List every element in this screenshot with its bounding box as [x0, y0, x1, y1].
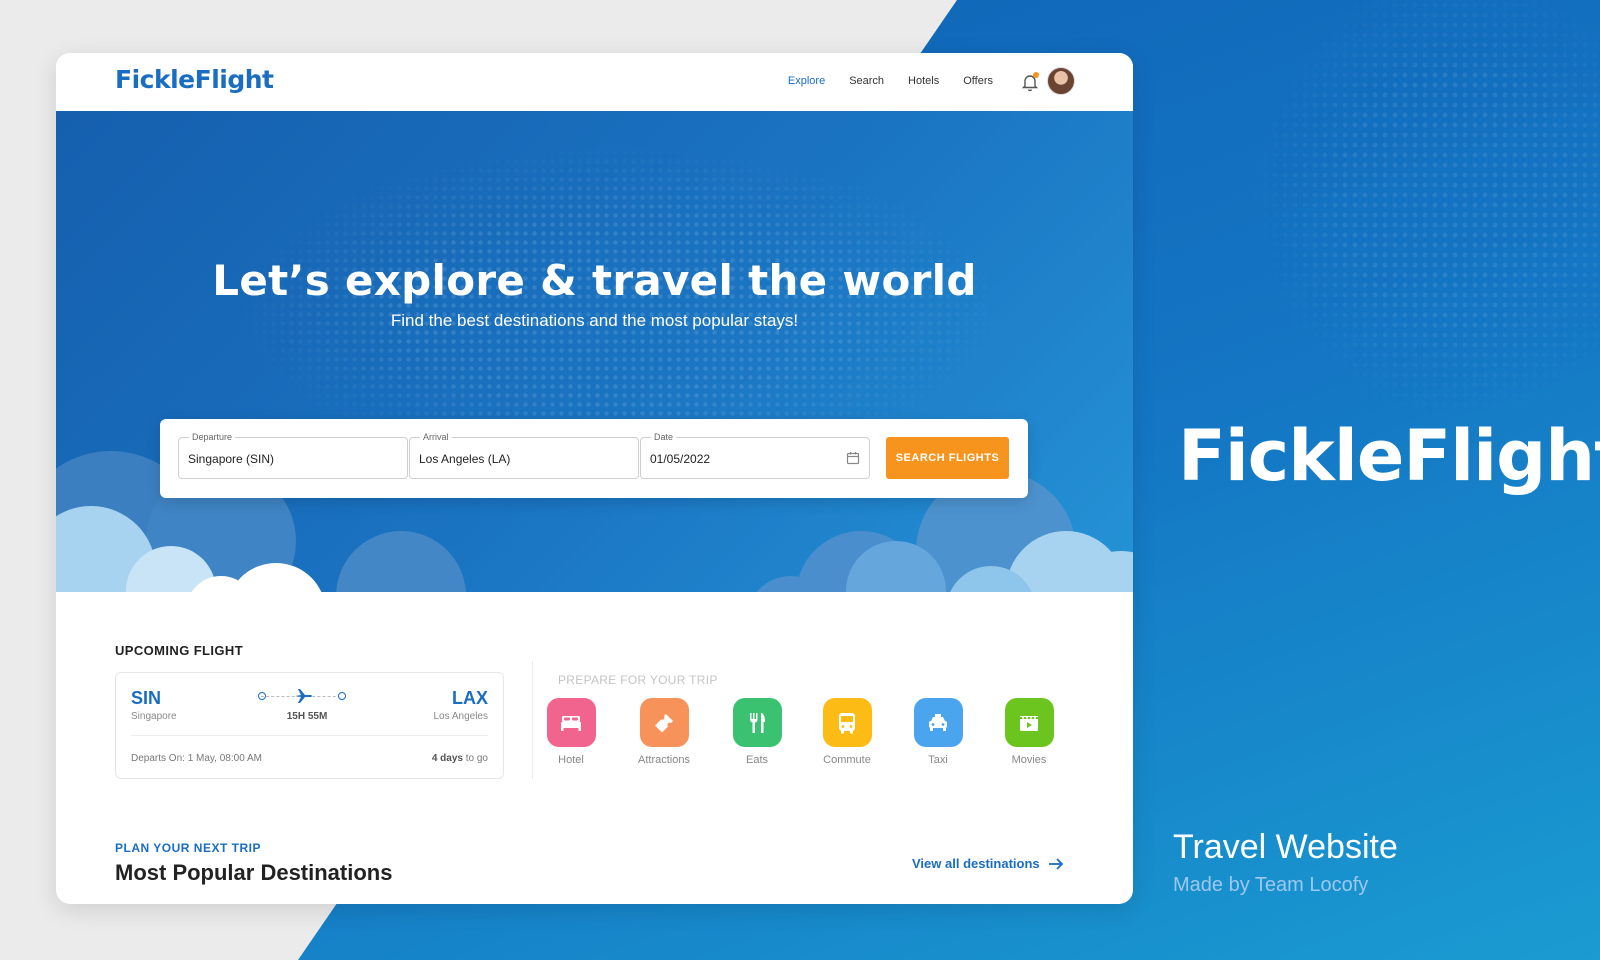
- date-label: Date: [651, 432, 677, 442]
- departure-label: Departure: [189, 432, 236, 442]
- side-logo: FickleFlight: [1178, 415, 1600, 497]
- countdown-days: 4 days: [431, 753, 463, 764]
- prepare-label: Eats: [745, 754, 768, 766]
- prepare-label: Taxi: [928, 754, 948, 766]
- notification-dot: [1033, 72, 1039, 78]
- movie-icon: [1004, 698, 1054, 747]
- arrow-right-icon: [1048, 857, 1063, 870]
- taxi-icon: [913, 698, 963, 747]
- prepare-label: Movies: [1011, 754, 1047, 766]
- calendar-icon[interactable]: [846, 451, 860, 465]
- destination-city: Los Angeles: [433, 711, 489, 722]
- prepare-title: PREPARE FOR YOUR TRIP: [558, 673, 718, 687]
- departure-field[interactable]: Departure Singapore (SIN): [178, 432, 408, 479]
- destination-code: LAX: [452, 688, 488, 708]
- navbar: FickleFlight Explore Search Hotels Offer…: [56, 53, 1133, 111]
- departure-value: Singapore (SIN): [188, 452, 275, 466]
- prepare-item-taxi[interactable]: Taxi: [898, 698, 978, 766]
- prepare-label: Hotel: [558, 754, 584, 766]
- utensils-icon: [732, 698, 782, 747]
- flight-search-form: Departure Singapore (SIN) Arrival Los An…: [160, 419, 1028, 498]
- search-flights-button[interactable]: SEARCH FLIGHTS: [886, 437, 1009, 479]
- avatar[interactable]: [1047, 67, 1075, 95]
- plane-icon: [294, 687, 314, 705]
- prepare-item-commute[interactable]: Commute: [807, 698, 887, 766]
- plan-title: Most Popular Destinations: [115, 860, 393, 885]
- bell-icon[interactable]: [1019, 71, 1041, 93]
- prepare-item-attractions[interactable]: Attractions: [624, 698, 704, 766]
- date-field[interactable]: Date 01/05/2022: [640, 432, 870, 479]
- hero: Let’s explore & travel the world Find th…: [56, 111, 1133, 592]
- date-value: 01/05/2022: [650, 452, 711, 466]
- arrival-label: Arrival: [420, 432, 452, 442]
- hero-subtitle: Find the best destinations and the most …: [390, 311, 799, 330]
- ticket-icon: [639, 698, 689, 747]
- app-window: FickleFlight Explore Search Hotels Offer…: [56, 53, 1133, 904]
- hero-title: Let’s explore & travel the world: [212, 256, 977, 305]
- flight-duration: 15H 55M: [286, 711, 328, 722]
- nav-explore[interactable]: Explore: [788, 75, 825, 87]
- plan-eyebrow: PLAN YOUR NEXT TRIP: [115, 841, 261, 855]
- prepare-item-hotel[interactable]: Hotel: [531, 698, 611, 766]
- nav-search[interactable]: Search: [849, 75, 884, 87]
- route-end-dot: [338, 692, 346, 700]
- prepare-label: Attractions: [638, 754, 690, 766]
- departure-time: Departs On: 1 May, 08:00 AM: [131, 753, 262, 764]
- upcoming-flight-card[interactable]: SIN Singapore 15H 55M LAX Los Angeles De…: [115, 672, 504, 779]
- arrival-value: Los Angeles (LA): [419, 452, 511, 466]
- nav-hotels[interactable]: Hotels: [908, 75, 939, 87]
- bus-icon: [822, 698, 872, 747]
- origin-city: Singapore: [131, 711, 177, 722]
- view-all-label: View all destinations: [912, 856, 1040, 871]
- upcoming-flight-title: UPCOMING FLIGHT: [115, 643, 244, 658]
- prepare-item-eats[interactable]: Eats: [717, 698, 797, 766]
- prepare-label: Commute: [823, 754, 871, 766]
- side-title: Travel Website: [1173, 828, 1398, 866]
- view-all-destinations-link[interactable]: View all destinations: [912, 856, 1064, 871]
- side-subtitle: Made by Team Locofy: [1173, 874, 1369, 896]
- prepare-item-movies[interactable]: Movies: [989, 698, 1069, 766]
- origin-code: SIN: [131, 688, 162, 708]
- arrival-field[interactable]: Arrival Los Angeles (LA): [409, 432, 639, 479]
- countdown-suffix: to go: [462, 753, 488, 764]
- logo[interactable]: FickleFlight: [115, 65, 274, 94]
- divider: [131, 735, 488, 736]
- nav-links: Explore Search Hotels Offers: [788, 75, 993, 87]
- bed-icon: [546, 698, 596, 747]
- nav-offers[interactable]: Offers: [963, 75, 993, 87]
- countdown: 4 days to go: [432, 753, 488, 764]
